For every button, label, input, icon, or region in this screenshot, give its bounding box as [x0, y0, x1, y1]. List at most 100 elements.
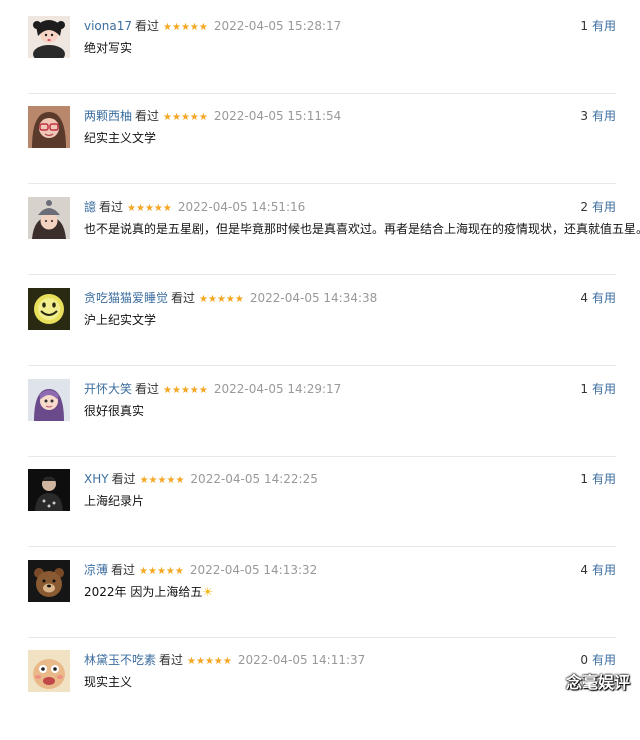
- user-avatar[interactable]: [28, 469, 70, 511]
- review-item: viona17看过 ★★★★★ 2022-04-05 15:28:17 绝对写实 1…: [28, 16, 616, 106]
- avatar-girl-glasses-icon: [28, 106, 70, 148]
- watch-status: 看过: [135, 109, 159, 123]
- avatar-cartoon-face-icon: [28, 650, 70, 692]
- watch-status: 看过: [99, 200, 123, 214]
- rating-stars: ★★★★★: [163, 385, 208, 396]
- useful-button[interactable]: 有用: [592, 109, 616, 123]
- review-time: 2022-04-05 14:34:38: [250, 291, 377, 305]
- vote-count: 1: [580, 19, 588, 33]
- username-link[interactable]: 两颗西柚: [84, 109, 132, 123]
- divider: [28, 546, 616, 547]
- divider: [28, 365, 616, 366]
- useful-votes: 2 有用: [580, 199, 616, 215]
- review-content: 纪实主义文学: [84, 130, 156, 146]
- username-link[interactable]: 凉薄: [84, 563, 108, 577]
- watch-status: 看过: [112, 472, 136, 486]
- watch-status: 看过: [171, 291, 195, 305]
- username-link[interactable]: XHY: [84, 472, 109, 486]
- username-link[interactable]: 贪吃猫猫爱睡觉: [84, 291, 168, 305]
- username-link[interactable]: 开怀大笑: [84, 382, 132, 396]
- rating-stars: ★★★★★: [199, 294, 244, 305]
- rating-stars: ★★★★★: [127, 203, 172, 214]
- useful-votes: 3有用: [580, 108, 616, 124]
- review-item: 两颗西柚看过 ★★★★★ 2022-04-05 15:11:54 纪实主义文学 3有…: [28, 106, 616, 196]
- sun-emoji-icon: ☀: [202, 585, 213, 599]
- useful-button[interactable]: 有用: [592, 291, 616, 305]
- divider: [28, 183, 616, 184]
- review-text: 2022年 因为上海给五: [84, 585, 202, 599]
- review-item: XHY看过 ★★★★★ 2022-04-05 14:22:25 上海纪录片 1有用: [28, 469, 616, 559]
- review-time: 2022-04-05 14:22:25: [190, 472, 317, 486]
- review-item: 譩看过★★★★★2022-04-05 14:51:16 也不是说真的是五星剧，但…: [28, 197, 616, 287]
- user-avatar[interactable]: [28, 16, 70, 58]
- rating-stars: ★★★★★: [187, 656, 232, 667]
- user-avatar[interactable]: [28, 560, 70, 602]
- rating-stars: ★★★★★: [139, 566, 184, 577]
- review-meta: viona17看过 ★★★★★ 2022-04-05 15:28:17: [84, 18, 341, 36]
- avatar-girl-beanie-icon: [28, 197, 70, 239]
- review-content: 很好很真实: [84, 403, 144, 419]
- review-meta: 贪吃猫猫爱睡觉看过 ★★★★★ 2022-04-05 14:34:38: [84, 290, 377, 308]
- avatar-smiley-neon-icon: [28, 288, 70, 330]
- useful-votes: 1 有用: [580, 18, 616, 34]
- useful-button[interactable]: 有用: [592, 19, 616, 33]
- useful-votes: 4 有用: [580, 562, 616, 578]
- rating-stars: ★★★★★: [140, 475, 185, 486]
- review-time: 2022-04-05 14:13:32: [190, 563, 317, 577]
- vote-count: 4: [580, 563, 588, 577]
- divider: [28, 93, 616, 94]
- useful-votes: 1有用: [580, 471, 616, 487]
- review-meta: 两颗西柚看过 ★★★★★ 2022-04-05 15:11:54: [84, 108, 341, 126]
- useful-votes: 0 有用: [580, 652, 616, 668]
- avatar-doll-purple-icon: [28, 379, 70, 421]
- rating-stars: ★★★★★: [163, 22, 208, 33]
- user-avatar[interactable]: [28, 650, 70, 692]
- review-content: 也不是说真的是五星剧，但是毕竟那时候也是真喜欢过。再者是结合上海现在的疫情现状，…: [84, 221, 640, 237]
- user-avatar[interactable]: [28, 288, 70, 330]
- review-content: 2022年 因为上海给五☀: [84, 584, 213, 600]
- useful-button[interactable]: 有用: [592, 472, 616, 486]
- review-time: 2022-04-05 14:51:16: [178, 200, 305, 214]
- useful-votes: 4 有用: [580, 290, 616, 306]
- review-content: 现实主义: [84, 674, 132, 690]
- review-meta: 譩看过 ★★★★★ 2022-04-05 14:51:16: [84, 199, 305, 217]
- review-time: 2022-04-05 15:28:17: [214, 19, 341, 33]
- useful-button[interactable]: 有用: [592, 563, 616, 577]
- review-item: 开怀大笑看过★★★★★2022-04-05 14:29:17 很好很真实 1有用: [28, 379, 616, 469]
- useful-button[interactable]: 有用: [592, 200, 616, 214]
- watermark: 念毫娱评: [566, 669, 630, 693]
- watch-status: 看过: [111, 563, 135, 577]
- review-content: 沪上纪实文学: [84, 312, 156, 328]
- review-item: 凉薄看过 ★★★★★ 2022-04-05 14:13:32 2022年 因为上海给…: [28, 560, 616, 650]
- review-item: 林黛玉不吃素看过 ★★★★★ 2022-04-05 14:11:37 现实主义 0有…: [28, 650, 616, 740]
- useful-button[interactable]: 有用: [592, 382, 616, 396]
- review-content: 绝对写实: [84, 40, 132, 56]
- divider: [28, 274, 616, 275]
- avatar-man-dark-icon: [28, 469, 70, 511]
- rating-stars: ★★★★★: [163, 112, 208, 123]
- watch-status: 看过: [159, 653, 183, 667]
- username-link[interactable]: 譩: [84, 200, 96, 214]
- user-avatar[interactable]: [28, 197, 70, 239]
- vote-count: 2: [580, 200, 588, 214]
- username-link[interactable]: viona17: [84, 19, 132, 33]
- vote-count: 0: [580, 653, 588, 667]
- username-link[interactable]: 林黛玉不吃素: [84, 653, 156, 667]
- review-content: 上海纪录片: [84, 493, 144, 509]
- vote-count: 1: [580, 382, 588, 396]
- useful-button[interactable]: 有用: [592, 653, 616, 667]
- review-meta: 林黛玉不吃素看过 ★★★★★ 2022-04-05 14:11:37: [84, 652, 365, 670]
- divider: [28, 637, 616, 638]
- useful-votes: 1 有用: [580, 381, 616, 397]
- review-meta: 凉薄看过 ★★★★★ 2022-04-05 14:13:32: [84, 562, 317, 580]
- vote-count: 4: [580, 291, 588, 305]
- review-time: 2022-04-05 14:11:37: [238, 653, 365, 667]
- avatar-doll-girl-icon: [28, 16, 70, 58]
- watch-status: 看过: [135, 19, 159, 33]
- review-item: 贪吃猫猫爱睡觉看过 ★★★★★ 2022-04-05 14:34:38 沪上纪实文学…: [28, 288, 616, 378]
- watch-status: 看过: [135, 382, 159, 396]
- user-avatar[interactable]: [28, 379, 70, 421]
- review-time: 2022-04-05 15:11:54: [214, 109, 341, 123]
- avatar-bear-icon: [28, 560, 70, 602]
- user-avatar[interactable]: [28, 106, 70, 148]
